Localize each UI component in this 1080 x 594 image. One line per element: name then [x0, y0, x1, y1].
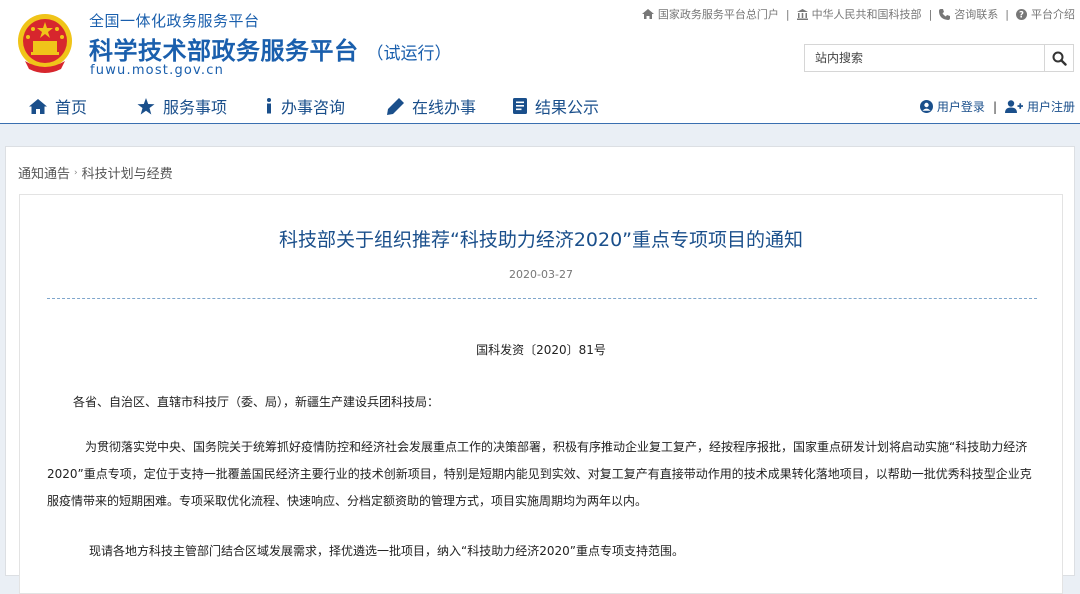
search-button[interactable] [1044, 45, 1073, 71]
search-input[interactable] [805, 45, 1044, 71]
toplink-contact[interactable]: 咨询联系 [939, 6, 998, 22]
user-circle-icon [919, 100, 933, 113]
info-icon [267, 98, 271, 114]
brand-domain: fuwu.most.gov.cn [90, 63, 225, 78]
register-link[interactable]: 用户注册 [1004, 98, 1075, 115]
national-emblem-logo[interactable] [15, 11, 75, 77]
svg-text:?: ? [1019, 10, 1024, 19]
register-label: 用户注册 [1026, 100, 1075, 114]
divider: | [992, 99, 997, 114]
article-date: 2020-03-27 [509, 268, 573, 281]
content-panel: 通知通告 › 科技计划与经费 科技部关于组织推荐“科技助力经济2020”重点专项… [5, 146, 1075, 594]
toplink-ministry[interactable]: 中华人民共和国科技部 [796, 6, 922, 22]
home-icon [641, 9, 654, 19]
nav-home[interactable]: 首页 [29, 94, 87, 118]
breadcrumb-item-notices[interactable]: 通知通告 [18, 163, 70, 182]
site-search [804, 44, 1074, 72]
nav-label: 办事咨询 [281, 98, 346, 117]
page-band [0, 124, 1080, 146]
toplink-label: 中华人民共和国科技部 [811, 8, 922, 21]
nav-label: 服务事项 [163, 98, 228, 117]
toplink-label: 国家政务服务平台总门户 [657, 8, 779, 21]
toplink-label: 咨询联系 [954, 8, 999, 21]
article-card: 科技部关于组织推荐“科技助力经济2020”重点专项项目的通知 2020-03-2… [19, 194, 1063, 594]
nav-label: 在线办事 [412, 98, 477, 117]
toplink-gov-portal[interactable]: 国家政务服务平台总门户 [641, 6, 779, 22]
brand-trial-label: （试运行） [366, 44, 452, 64]
nav-label: 首页 [55, 98, 88, 117]
brand-title[interactable]: 科学技术部政务服务平台 （试运行） [89, 31, 452, 66]
breadcrumb-separator-icon: › [74, 167, 78, 178]
user-links: 用户登录 | 用户注册 [919, 98, 1075, 115]
article-paragraph: 为贯彻落实党中央、国务院关于统筹抓好疫情防控和经济社会发展重点工作的决策部署，积… [47, 440, 1032, 508]
question-icon: ? [1016, 8, 1027, 20]
toplink-label: 平台介绍 [1031, 8, 1075, 21]
nav-services[interactable]: 服务事项 [137, 94, 227, 118]
login-link[interactable]: 用户登录 [919, 98, 985, 115]
nav-online[interactable]: 在线办事 [387, 94, 476, 118]
divider: | [928, 7, 933, 21]
site-header: 全国一体化政务服务平台 科学技术部政务服务平台 （试运行） fuwu.most.g… [0, 0, 1080, 124]
breadcrumb-item-funding[interactable]: 科技计划与经费 [82, 163, 173, 182]
home-icon [29, 98, 47, 114]
brand-title-text: 科学技术部政务服务平台 [89, 37, 359, 65]
nav-label: 结果公示 [535, 98, 600, 117]
user-plus-icon [1004, 100, 1023, 113]
brand-subtitle: 全国一体化政务服务平台 [89, 12, 260, 30]
title-divider [47, 298, 1037, 299]
divider: | [785, 7, 790, 21]
nav-results[interactable]: 结果公示 [513, 94, 599, 118]
pencil-icon [387, 97, 404, 115]
toplink-about[interactable]: ? 平台介绍 [1016, 6, 1075, 22]
top-links: 国家政务服务平台总门户 | 中华人民共和国科技部 | 咨询联系 | ? 平台介绍 [641, 6, 1075, 22]
divider: | [1005, 7, 1009, 21]
phone-icon [939, 8, 951, 20]
login-label: 用户登录 [936, 100, 985, 114]
star-icon [137, 97, 155, 114]
building-icon [796, 8, 808, 20]
breadcrumb: 通知通告 › 科技计划与经费 [18, 163, 173, 182]
article-title: 科技部关于组织推荐“科技助力经济2020”重点专项项目的通知 [278, 229, 804, 251]
document-number: 国科发资〔2020〕81号 [476, 343, 606, 357]
document-icon [513, 98, 527, 114]
article-greeting: 各省、自治区、直辖市科技厅（委、局），新疆生产建设兵团科技局： [73, 395, 440, 409]
nav-consult[interactable]: 办事咨询 [265, 94, 345, 118]
search-icon [1052, 51, 1067, 66]
